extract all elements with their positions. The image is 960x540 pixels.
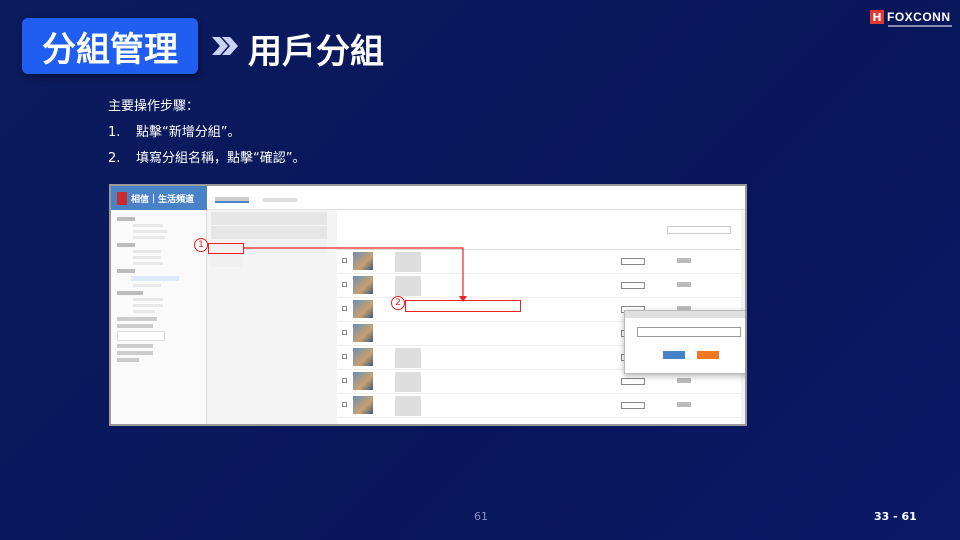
- embedded-screenshot: 相信｜生活頻道 1 2: [109, 184, 747, 426]
- logo-tagline-line: [888, 25, 952, 27]
- step-item: 2. 填寫分組名稱，點擊“確認”。: [108, 146, 305, 172]
- page-subtitle: 用戶分組: [248, 32, 384, 72]
- page-number: 61: [474, 510, 488, 523]
- step-number: 2.: [108, 151, 121, 166]
- instruction-steps: 主要操作步驟： 1. 點擊“新增分組”。 2. 填寫分組名稱，點擊“確認”。: [108, 94, 305, 172]
- double-chevron-right-icon: [212, 37, 238, 55]
- logo-text: FOXCONN: [887, 10, 951, 24]
- foxconn-logo: H FOXCONN: [870, 10, 951, 24]
- section-page-number: 33 - 61: [874, 510, 917, 523]
- marker-2: 2: [391, 296, 405, 310]
- step-text: 填寫分組名稱，點擊“確認”。: [136, 151, 306, 166]
- logo-mark: H: [870, 10, 884, 24]
- page-title-box: 分組管理: [22, 18, 198, 74]
- highlight-group-name: [405, 300, 521, 312]
- steps-heading: 主要操作步驟：: [108, 99, 200, 114]
- step-number: 1.: [108, 125, 121, 140]
- step-item: 1. 點擊“新增分組”。: [108, 120, 305, 146]
- page-title: 分組管理: [42, 29, 178, 70]
- step-text: 點擊“新增分組”。: [136, 125, 241, 140]
